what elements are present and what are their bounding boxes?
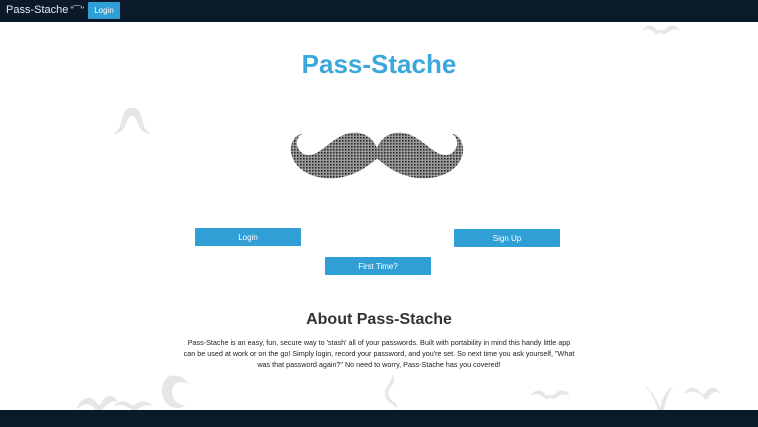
first-time-button[interactable]: First Time?	[325, 257, 431, 275]
mustache-decoration-icon	[642, 25, 680, 35]
footer-bar	[0, 410, 758, 427]
mustache-decoration-icon	[530, 390, 570, 400]
mustache-icon	[290, 132, 464, 179]
mustache-decoration-icon	[76, 375, 188, 411]
mustache-logo	[288, 128, 466, 184]
brand-logo[interactable]: Pass-Stache "⁀"	[6, 4, 84, 16]
top-navbar: Pass-Stache "⁀" Login	[0, 0, 758, 22]
brand-mustache-mark: "⁀"	[70, 5, 84, 15]
about-heading: About Pass-Stache	[306, 311, 452, 328]
mustache-decoration-icon	[642, 384, 720, 410]
page-title: Pass-Stache	[301, 49, 457, 79]
mustache-decoration-icon	[113, 107, 151, 134]
mustache-decoration-icon	[385, 374, 398, 409]
about-text: Pass-Stache is an easy, fun, secure way …	[183, 338, 575, 369]
navbar-login-button[interactable]: Login	[88, 2, 120, 19]
brand-name: Pass-Stache	[6, 4, 69, 16]
sign-up-button[interactable]: Sign Up	[454, 229, 560, 247]
login-button[interactable]: Login	[195, 228, 301, 246]
